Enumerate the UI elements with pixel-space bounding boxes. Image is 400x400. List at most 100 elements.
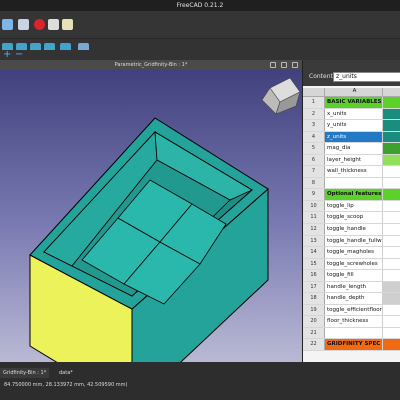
3d-viewport[interactable]: Parametric_Gridfinity-Bin : 1* xyxy=(0,60,302,362)
row-header[interactable]: 5 xyxy=(303,143,325,154)
save-icon[interactable] xyxy=(18,19,29,30)
cell-b[interactable] xyxy=(383,97,400,108)
table-row: 22GRIDFINITY SPEC BASE VA xyxy=(303,339,400,352)
row-header[interactable]: 7 xyxy=(303,166,325,177)
cell-a[interactable]: GRIDFINITY SPEC BASE VA xyxy=(325,339,383,351)
column-header-a[interactable]: A xyxy=(325,88,383,96)
cell-a[interactable]: toggle_screwholes xyxy=(325,258,383,270)
row-header[interactable]: 20 xyxy=(303,316,325,327)
row-header[interactable]: 21 xyxy=(303,327,325,339)
table-row: 19 toggle_efficientfloor xyxy=(303,304,400,317)
table-row: 3 y_units xyxy=(303,120,400,132)
row-header[interactable]: 10 xyxy=(303,200,325,212)
viewport-close-icon[interactable] xyxy=(292,62,298,68)
cell-a[interactable]: toggle_magholes xyxy=(325,247,383,258)
column-header-b[interactable] xyxy=(383,88,400,96)
cell-a[interactable] xyxy=(325,177,383,189)
cell-a[interactable]: x_units xyxy=(325,108,383,120)
row-header[interactable]: 4 xyxy=(303,131,325,143)
navigation-cube-icon[interactable] xyxy=(261,77,301,115)
tab-document[interactable]: Gridfinity-Bin : 1* xyxy=(0,368,50,378)
cell-a[interactable]: layer_height xyxy=(325,154,383,166)
cell-a[interactable]: BASIC VARIABLES - Create xyxy=(325,97,383,108)
tab-data-label: data* xyxy=(59,370,73,376)
row-header[interactable]: 9 xyxy=(303,189,325,200)
cell-a[interactable]: handle_length xyxy=(325,281,383,293)
cell-b[interactable] xyxy=(383,305,400,316)
row-header[interactable]: 19 xyxy=(303,304,325,316)
cell-a[interactable]: toggle_handle xyxy=(325,224,383,235)
cell-b[interactable] xyxy=(383,143,400,154)
cell-b[interactable] xyxy=(383,270,400,281)
cell-b[interactable] xyxy=(383,166,400,177)
gridfinity-bin-model[interactable] xyxy=(0,70,302,362)
spreadsheet-grid: A 1BASIC VARIABLES - Create2x_units3y_un… xyxy=(303,88,400,352)
tab-document-label: Gridfinity-Bin : 1* xyxy=(3,370,47,376)
row-header[interactable]: 8 xyxy=(303,177,325,189)
viewport-minimize-icon[interactable] xyxy=(270,62,276,68)
cell-a[interactable] xyxy=(325,327,383,339)
cell-b[interactable] xyxy=(383,201,400,212)
cell-b[interactable] xyxy=(383,131,400,143)
row-header[interactable]: 18 xyxy=(303,293,325,304)
content-input[interactable]: z_units xyxy=(333,72,400,82)
cell-a[interactable]: toggle_fill xyxy=(325,270,383,281)
zoom-fit-icon[interactable] xyxy=(2,19,13,30)
table-row: 17 handle_length xyxy=(303,281,400,294)
macros-icon[interactable] xyxy=(62,19,73,30)
row-header[interactable]: 16 xyxy=(303,270,325,281)
status-area: Gridfinity-Bin : 1* data* 84.750000 mm, … xyxy=(0,362,400,400)
row-header[interactable]: 6 xyxy=(303,154,325,166)
cell-a[interactable]: wall_thickness xyxy=(325,166,383,177)
table-row: 9Optional features: Set to xyxy=(303,189,400,201)
cell-a[interactable]: toggle_lip xyxy=(325,200,383,212)
cell-b[interactable] xyxy=(383,316,400,327)
toolbar-main xyxy=(0,11,400,39)
cell-a[interactable]: y_units xyxy=(325,120,383,131)
viewport-restore-icon[interactable] xyxy=(281,62,287,68)
table-row: 13toggle_handle_fullwidth xyxy=(303,235,400,248)
row-header[interactable]: 3 xyxy=(303,120,325,131)
cell-b[interactable] xyxy=(383,120,400,131)
cell-a[interactable]: toggle_efficientfloor xyxy=(325,304,383,316)
table-row: 7 wall_thickness xyxy=(303,166,400,178)
cell-b[interactable] xyxy=(383,224,400,235)
row-header[interactable]: 13 xyxy=(303,235,325,247)
row-header[interactable]: 17 xyxy=(303,281,325,293)
add-icon[interactable]: + xyxy=(3,50,11,60)
cell-b[interactable] xyxy=(383,189,400,200)
cell-a[interactable]: toggle_handle_fullwidth xyxy=(325,235,383,247)
spreadsheet-panel[interactable]: Content: z_units A 1BASIC VARIABLES - Cr… xyxy=(302,60,400,362)
row-header[interactable]: 1 xyxy=(303,97,325,108)
record-macro-icon[interactable] xyxy=(34,19,45,30)
cell-b[interactable] xyxy=(383,259,400,270)
cell-a[interactable]: floor_thickness xyxy=(325,316,383,327)
cell-b[interactable] xyxy=(383,247,400,258)
window-title: FreeCAD 0.21.2 xyxy=(0,0,400,11)
cell-b[interactable] xyxy=(383,293,400,304)
row-header[interactable]: 22 xyxy=(303,339,325,351)
cell-a[interactable]: toggle_scoop xyxy=(325,212,383,224)
row-header[interactable]: 15 xyxy=(303,258,325,270)
cell-a[interactable]: Optional features: Set to xyxy=(325,189,383,200)
cell-b[interactable] xyxy=(383,154,400,166)
cell-b[interactable] xyxy=(383,212,400,223)
cell-a[interactable]: mag_dia xyxy=(325,143,383,154)
cell-b[interactable] xyxy=(383,339,400,351)
remove-icon[interactable]: − xyxy=(15,50,23,60)
cell-a[interactable]: z_units xyxy=(325,131,383,143)
stop-macro-icon[interactable] xyxy=(48,19,59,30)
cell-b[interactable] xyxy=(383,236,400,247)
row-header[interactable]: 12 xyxy=(303,224,325,235)
cell-b[interactable] xyxy=(383,281,400,293)
cell-a[interactable]: handle_depth xyxy=(325,293,383,304)
table-row: 21 xyxy=(303,327,400,340)
row-header[interactable]: 11 xyxy=(303,212,325,224)
corner-cell xyxy=(303,88,325,96)
row-header[interactable]: 2 xyxy=(303,108,325,120)
cell-b[interactable] xyxy=(383,108,400,120)
tab-data[interactable]: data* xyxy=(56,368,76,378)
cell-b[interactable] xyxy=(383,328,400,339)
cell-b[interactable] xyxy=(383,178,400,189)
row-header[interactable]: 14 xyxy=(303,247,325,258)
